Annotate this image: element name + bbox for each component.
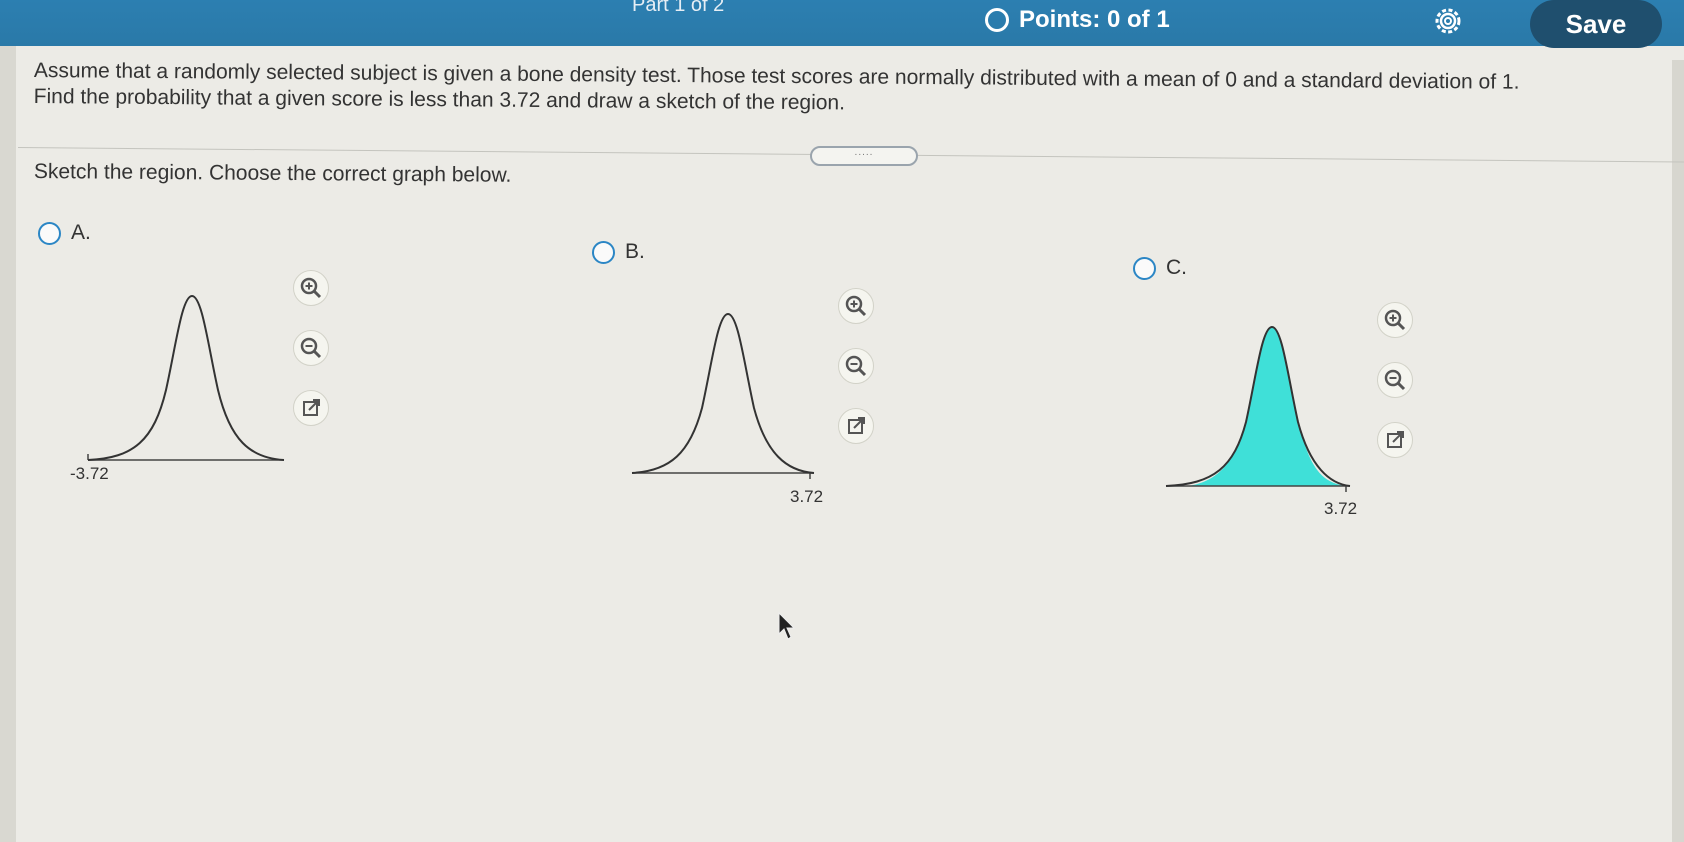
zoom-in-icon <box>300 277 322 299</box>
zoom-in-icon <box>845 295 867 317</box>
option-a-zoom-out-button[interactable] <box>293 330 329 366</box>
option-b-radio[interactable] <box>592 240 615 264</box>
normal-curve <box>87 294 285 461</box>
option-a-tick-label: -3.72 <box>70 464 109 483</box>
option-a-open-button[interactable] <box>293 390 329 426</box>
option-a-graph <box>87 294 285 461</box>
expand-handle[interactable]: ..... <box>810 146 918 166</box>
screen-edge-left <box>0 46 16 842</box>
option-b-tick-label: 3.72 <box>790 487 824 506</box>
option-c[interactable]: C. <box>1133 256 1187 280</box>
normal-curve <box>631 312 815 474</box>
option-a-zoom-in-button[interactable] <box>293 270 329 306</box>
mouse-cursor-icon <box>778 612 796 640</box>
question-text: Assume that a randomly selected subject … <box>34 58 1644 123</box>
zoom-out-icon <box>300 337 322 359</box>
option-c-label: C. <box>1166 256 1187 279</box>
option-b[interactable]: B. <box>592 240 645 264</box>
part-indicator: Part 1 of 2 <box>632 0 725 16</box>
option-b-graph <box>631 312 815 479</box>
option-a-label: A. <box>71 221 91 244</box>
open-external-icon <box>303 399 320 416</box>
option-b-open-button[interactable] <box>838 408 874 444</box>
option-c-radio[interactable] <box>1133 256 1156 280</box>
prompt-text: Sketch the region. Choose the correct gr… <box>33 160 512 187</box>
option-b-zoom-out-button[interactable] <box>838 348 874 384</box>
gear-icon[interactable] <box>1430 3 1466 39</box>
shaded-region <box>1188 327 1346 486</box>
option-a-radio[interactable] <box>38 221 61 245</box>
header-bar: Part 1 of 2 Points: 0 of 1 Save <box>0 0 1684 48</box>
option-a[interactable]: A. <box>38 221 91 245</box>
option-c-graph <box>1165 325 1351 492</box>
points-label: Points: 0 of 1 <box>1019 6 1170 33</box>
open-external-icon <box>1387 431 1404 448</box>
option-b-zoom-in-button[interactable] <box>838 288 874 324</box>
zoom-in-icon <box>1384 309 1406 331</box>
option-c-zoom-out-button[interactable] <box>1377 362 1413 398</box>
option-c-tick-label: 3.72 <box>1324 499 1358 518</box>
zoom-out-icon <box>845 355 867 377</box>
points-circle-icon <box>985 8 1009 32</box>
option-c-open-button[interactable] <box>1377 422 1413 458</box>
zoom-out-icon <box>1384 369 1406 391</box>
open-external-icon <box>848 417 865 434</box>
option-b-label: B. <box>625 240 645 263</box>
screen-edge-right <box>1672 60 1684 842</box>
save-button[interactable]: Save <box>1530 0 1662 48</box>
points-status: Points: 0 of 1 <box>985 6 1170 34</box>
option-c-zoom-in-button[interactable] <box>1377 302 1413 338</box>
